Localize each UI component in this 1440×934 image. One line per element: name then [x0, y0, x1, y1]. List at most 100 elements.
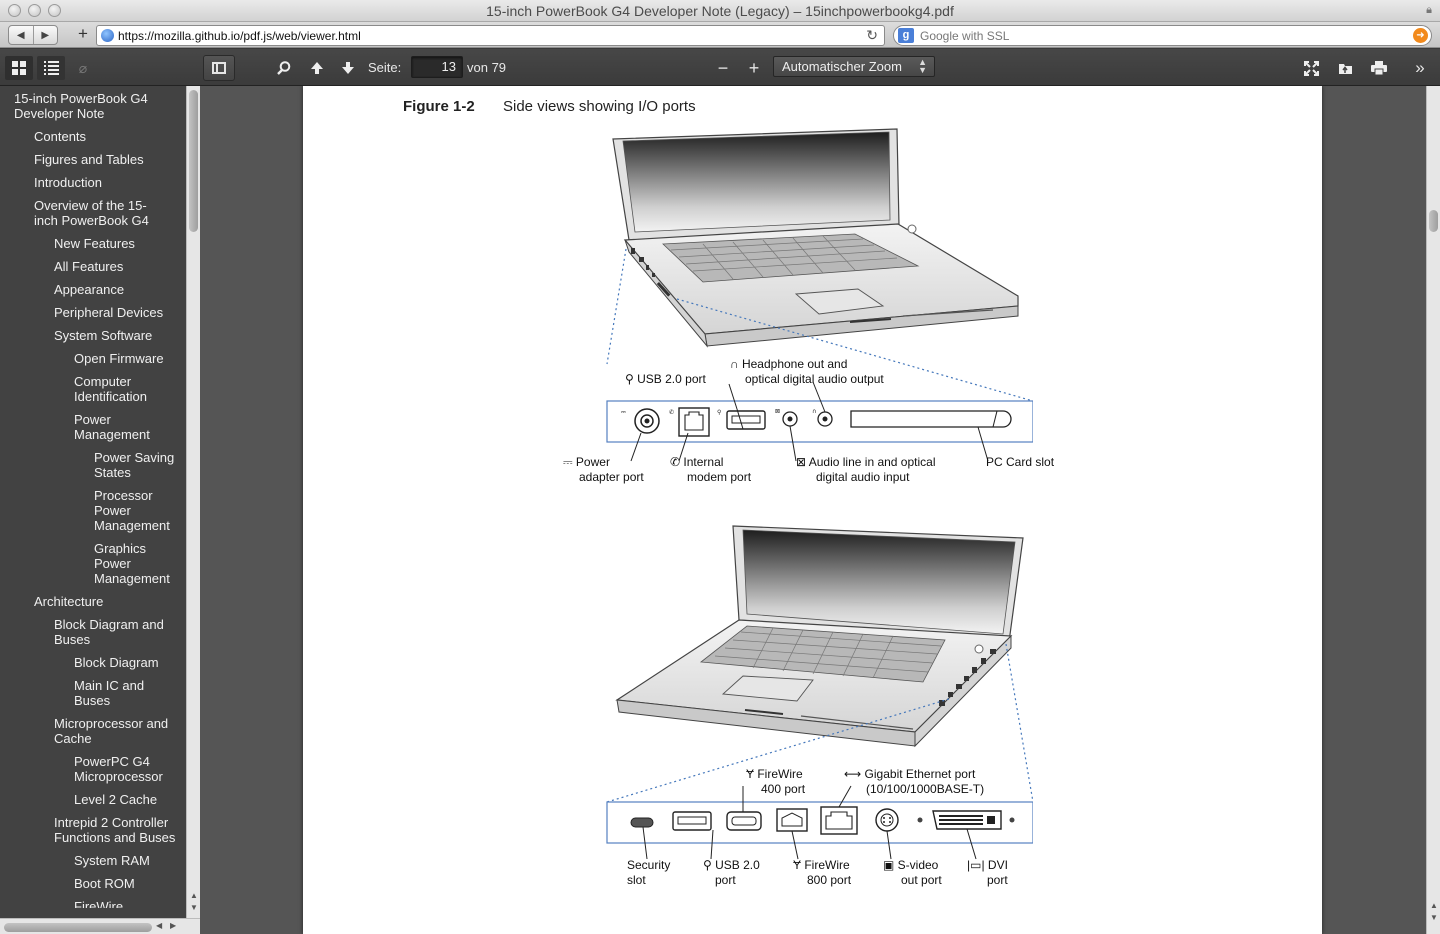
scroll-down-arrow-icon[interactable]: ▼ [1430, 913, 1438, 922]
scroll-up-arrow-icon[interactable]: ▲ [190, 891, 198, 900]
sidebar-toggle-icon [212, 62, 226, 74]
outline-item[interactable]: Block Diagram and Buses [54, 617, 182, 647]
ethernet-label-line2: (10/100/1000BASE-T) [866, 782, 985, 796]
usb2-label-line2: port [715, 873, 736, 887]
outline-item[interactable]: Block Diagram [74, 655, 182, 670]
audio-in-icon: ⊠ [796, 455, 809, 469]
svg-text:⎓: ⎓ [621, 409, 626, 416]
sidebar-scroll-thumb[interactable] [189, 90, 198, 232]
outline-item[interactable]: Microprocessor and Cache [54, 716, 182, 746]
tools-chevron-icon[interactable]: » [1408, 55, 1432, 81]
security-slot-label: Security [627, 858, 671, 872]
outline-item[interactable]: Computer Identification [74, 374, 174, 404]
thumbnail-view-icon[interactable] [5, 56, 33, 80]
outline-item[interactable]: Open Firmware [74, 351, 182, 366]
power-adapter-label: ⎓ Power [563, 455, 610, 469]
outline-item[interactable]: Introduction [34, 175, 182, 190]
sidebar-toggle-button[interactable] [203, 55, 235, 81]
window-titlebar: 15-inch PowerBook G4 Developer Note (Leg… [0, 0, 1440, 22]
ethernet-icon: ⟷ [844, 767, 865, 781]
firewire800-label: Ɏ FireWire [793, 858, 850, 872]
search-icon[interactable] [272, 55, 296, 81]
scroll-left-arrow-icon[interactable]: ◀ [156, 921, 162, 930]
outline-item[interactable]: Graphics Power Management [94, 541, 182, 586]
outline-item[interactable]: Appearance [54, 282, 182, 297]
firewire-icon: Ɏ [746, 767, 758, 781]
open-file-icon[interactable] [1333, 55, 1357, 81]
viewer-vertical-scrollbar[interactable]: ▲ ▼ [1426, 86, 1440, 934]
outline-item[interactable]: Power Management [74, 412, 174, 442]
ethernet-label: ⟷ Gigabit Ethernet port [844, 767, 976, 781]
select-arrows-icon: ▲ ▼ [918, 57, 927, 75]
outline-item[interactable]: Power Saving States [94, 450, 182, 480]
page-count: von 79 [467, 60, 507, 75]
next-page-icon[interactable] [336, 55, 360, 81]
forward-arrow-icon[interactable]: ▶ [34, 26, 58, 44]
page-number-input[interactable]: 13 [411, 56, 463, 78]
document-outline: 15-inch PowerBook G4 Developer Note Cont… [0, 86, 186, 908]
url-bar[interactable]: https://mozilla.github.io/pdf.js/web/vie… [96, 25, 885, 46]
attachments-paperclip-icon[interactable]: ⌀ [69, 56, 97, 80]
outline-item[interactable]: Intrepid 2 Controller Functions and Buse… [54, 815, 186, 845]
scroll-right-arrow-icon[interactable]: ▶ [170, 921, 176, 930]
outline-item[interactable]: System RAM [74, 853, 182, 868]
outline-item[interactable]: 15-inch PowerBook G4 Developer Note [14, 91, 174, 121]
outline-item[interactable]: Figures and Tables [34, 152, 182, 167]
outline-item[interactable]: Main IC and Buses [74, 678, 174, 708]
outline-item[interactable]: FireWire Controller [74, 899, 182, 908]
sidebar-view-tabs: ⌀ [5, 56, 95, 80]
outline-item[interactable]: Boot ROM [74, 876, 182, 891]
sidebar-hscroll-thumb[interactable] [4, 923, 152, 932]
url-text[interactable]: https://mozilla.github.io/pdf.js/web/vie… [118, 29, 361, 43]
pc-card-label: PC Card slot [986, 455, 1055, 469]
outline-item[interactable]: Level 2 Cache [74, 792, 182, 807]
zoom-in-icon[interactable]: + [743, 55, 765, 81]
viewer-scroll-thumb[interactable] [1429, 210, 1438, 232]
usb-icon: ⚲ [703, 858, 716, 872]
usb-icon: ⚲ [625, 372, 638, 386]
window-title: 15-inch PowerBook G4 Developer Note (Leg… [486, 3, 954, 19]
laptop-left-side-illustration: ⎓ ✆ ⚲ ⊠ ∩ [606, 128, 1033, 462]
browser-navbar: ◀ ▶ + https://mozilla.github.io/pdf.js/w… [0, 22, 1440, 48]
svideo-label: ▣ S-video [883, 858, 939, 872]
search-go-icon[interactable]: ➜ [1413, 28, 1428, 43]
outline-item[interactable]: Processor Power Management [94, 488, 182, 533]
back-arrow-icon[interactable]: ◀ [9, 26, 34, 44]
search-placeholder[interactable]: Google with SSL [920, 29, 1009, 43]
page-label: Seite: [368, 60, 402, 75]
dvi-icon: |▭| [967, 858, 988, 872]
search-engine-icon[interactable]: g [898, 28, 914, 43]
outline-item[interactable]: Contents [34, 129, 182, 144]
zoom-select-value: Automatischer Zoom [782, 59, 902, 74]
outline-view-icon[interactable] [37, 56, 65, 80]
headphone-icon: ∩ [730, 357, 742, 371]
globe-icon [101, 29, 114, 42]
sidebar-horizontal-scrollbar[interactable]: ◀ ▶ [0, 918, 200, 934]
laptop-right-side-illustration [606, 525, 1033, 860]
previous-page-icon[interactable] [305, 55, 329, 81]
outline-item[interactable]: All Features [54, 259, 182, 274]
outline-item[interactable]: Peripheral Devices [54, 305, 182, 320]
new-tab-button[interactable]: + [72, 25, 94, 45]
outline-item[interactable]: New Features [54, 236, 182, 251]
presentation-mode-icon[interactable] [1299, 55, 1323, 81]
pdf-viewer[interactable]: Figure 1-2 Side views showing I/O ports [200, 86, 1426, 934]
phone-icon: ✆ [670, 455, 684, 469]
outline-item[interactable]: PowerPC G4 Microprocessor [74, 754, 182, 784]
sidebar-vertical-scrollbar[interactable]: ▲ ▼ [186, 86, 200, 918]
svg-text:✆: ✆ [669, 409, 674, 416]
search-bar[interactable]: g Google with SSL ➜ [893, 25, 1432, 46]
headphone-label-line2: optical digital audio output [745, 372, 884, 386]
modem-label-line2: modem port [687, 470, 752, 484]
scroll-down-arrow-icon[interactable]: ▼ [190, 903, 198, 912]
scroll-up-arrow-icon[interactable]: ▲ [1430, 901, 1438, 910]
print-icon[interactable] [1367, 55, 1391, 81]
outline-item[interactable]: Overview of the 15-inch PowerBook G4 [34, 198, 166, 228]
zoom-select[interactable]: Automatischer Zoom ▲ ▼ [773, 56, 935, 77]
zoom-out-icon[interactable]: − [712, 55, 734, 81]
pdf-page: Figure 1-2 Side views showing I/O ports [303, 86, 1322, 934]
reload-icon[interactable]: ↻ [866, 27, 878, 44]
outline-item[interactable]: Architecture [34, 594, 182, 609]
back-forward-control: ◀ ▶ [8, 25, 58, 45]
outline-item[interactable]: System Software [54, 328, 182, 343]
